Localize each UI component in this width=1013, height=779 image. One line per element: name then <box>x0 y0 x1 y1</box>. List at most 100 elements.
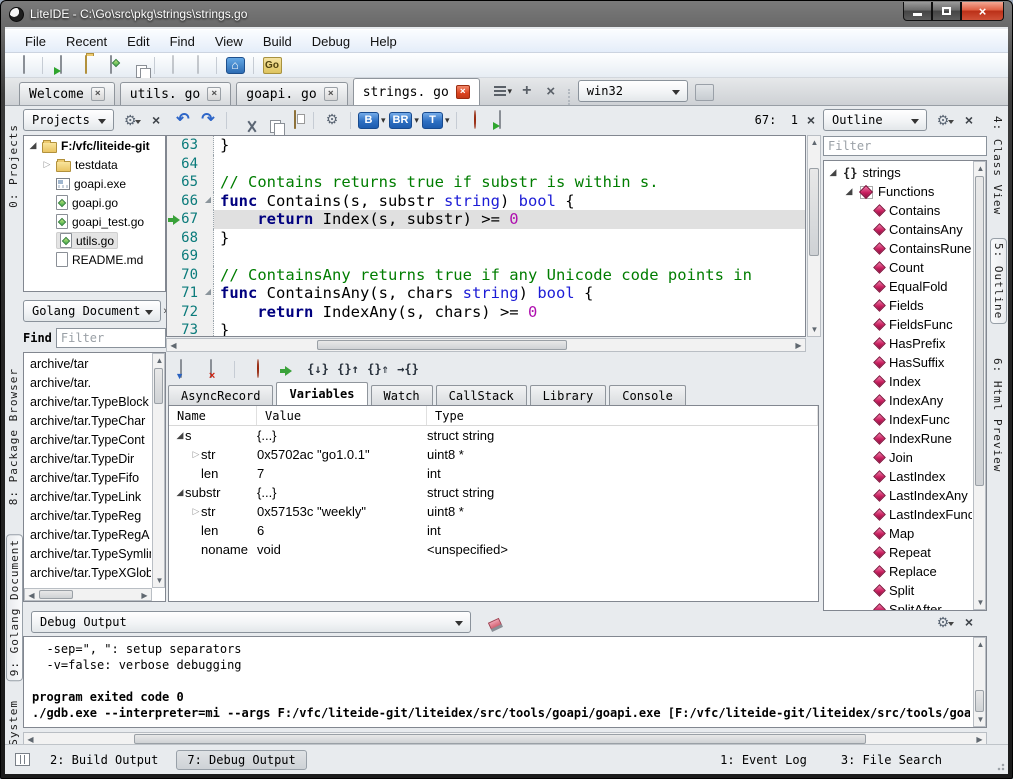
column-header-value[interactable]: Value <box>257 406 427 425</box>
godoc-item-archive-tar[interactable]: archive/tar <box>24 355 151 374</box>
tab-close-icon[interactable]: × <box>456 85 470 99</box>
godoc-item-archive-tar-typefifo[interactable]: archive/tar.TypeFifo <box>24 469 151 488</box>
godoc-hscrollbar[interactable]: ◀▶ <box>24 588 152 601</box>
godoc-item-archive-tar-typechar[interactable]: archive/tar.TypeChar <box>24 412 151 431</box>
stop-debug-button[interactable] <box>247 359 269 380</box>
copy-button[interactable] <box>259 110 281 131</box>
output-view-combo[interactable]: Debug Output <box>31 611 471 633</box>
build-menu-button[interactable]: B▾ <box>358 110 386 131</box>
tab-goapi-go[interactable]: goapi. go× <box>236 82 347 105</box>
outline-vscrollbar[interactable]: ▲▼ <box>973 161 986 610</box>
target-options-button[interactable] <box>695 84 714 101</box>
variable-row-noname[interactable]: nonamevoid<unspecified> <box>169 540 818 559</box>
godoc-item-archive-tar-typelink[interactable]: archive/tar.TypeLink <box>24 488 151 507</box>
expander-icon[interactable]: ▷ <box>42 159 52 170</box>
panel-menu-gear-icon[interactable]: ⚙ <box>120 110 140 130</box>
debug-tab-library[interactable]: Library <box>530 385 607 405</box>
tree-item-goapi-test-go[interactable]: goapi_test.go <box>24 212 165 231</box>
record-button[interactable] <box>464 110 486 131</box>
tab-close-icon[interactable]: × <box>324 87 338 101</box>
expander-icon[interactable]: ◢ <box>28 140 38 151</box>
menu-recent[interactable]: Recent <box>56 31 117 52</box>
test-menu-button[interactable]: T▾ <box>422 110 450 131</box>
expander-icon[interactable]: ◢ <box>175 430 185 441</box>
outline-item-repeat[interactable]: Repeat <box>826 543 972 562</box>
godoc-item-archive-tar-typexglobalheader[interactable]: archive/tar.TypeXGlobalHeader <box>24 564 151 583</box>
tab-utils-go[interactable]: utils. go× <box>120 82 231 105</box>
run-to-line-button[interactable]: →{} <box>397 359 419 380</box>
outline-item-containsrune[interactable]: ContainsRune <box>826 239 972 258</box>
outline-item-index[interactable]: Index <box>826 372 972 391</box>
side-tab-8-package-browser[interactable]: 8: Package Browser <box>6 364 21 509</box>
home-button[interactable]: ⌂ <box>224 55 246 76</box>
godoc-item-archive-tar-typerega[interactable]: archive/tar.TypeRegA <box>24 526 151 545</box>
open-file-button[interactable] <box>50 55 72 76</box>
outline-item-indexrune[interactable]: IndexRune <box>826 429 972 448</box>
godoc-filter-input[interactable] <box>56 328 166 348</box>
tab-welcome[interactable]: Welcome× <box>19 82 115 105</box>
menu-find[interactable]: Find <box>160 31 205 52</box>
undo-button[interactable]: ↶ <box>172 110 194 131</box>
outline-item-count[interactable]: Count <box>826 258 972 277</box>
outline-close-icon[interactable]: × <box>959 110 979 130</box>
tree-item-goapi-exe[interactable]: goapi.exe <box>24 174 165 193</box>
reload-file-button[interactable] <box>162 55 184 76</box>
fold-marker-icon[interactable]: ◢ <box>203 192 214 211</box>
step-over-button[interactable]: {}↑ <box>337 359 359 380</box>
godoc-item-archive-tar-typereg[interactable]: archive/tar.TypeReg <box>24 507 151 526</box>
outline-item-join[interactable]: Join <box>826 448 972 467</box>
side-tab-5-outline[interactable]: 5: Outline <box>990 238 1007 324</box>
close-file-button[interactable] <box>187 55 209 76</box>
outline-item-lastindex[interactable]: LastIndex <box>826 467 972 486</box>
continue-debug-button[interactable] <box>277 359 299 380</box>
outline-item-containsany[interactable]: ContainsAny <box>826 220 972 239</box>
godoc-button[interactable]: Go <box>261 55 283 76</box>
outline-item-hassuffix[interactable]: HasSuffix <box>826 353 972 372</box>
expander-icon[interactable]: ◢ <box>175 487 185 498</box>
build-config-button[interactable]: ⚙ <box>321 110 343 131</box>
open-folder-button[interactable] <box>75 55 97 76</box>
titlebar[interactable]: LiteIDE - C:\Go\src\pkg\strings\strings.… <box>1 1 1012 27</box>
save-file-button[interactable] <box>100 55 122 76</box>
output-close-icon[interactable]: × <box>959 612 979 632</box>
godoc-item-archive-tar[interactable]: archive/tar. <box>24 374 151 393</box>
column-header-type[interactable]: Type <box>427 406 818 425</box>
outline-item-contains[interactable]: Contains <box>826 201 972 220</box>
godoc-vscrollbar[interactable]: ▲▼ <box>152 353 165 588</box>
outline-item-functions[interactable]: ◢Functions <box>826 182 972 201</box>
outline-item-map[interactable]: Map <box>826 524 972 543</box>
side-tab-0-projects[interactable]: 0: Projects <box>6 120 21 212</box>
minimize-button[interactable] <box>903 2 932 21</box>
export-log-button[interactable]: ▼ <box>170 359 192 380</box>
tree-item-utils-go[interactable]: utils.go <box>24 231 165 250</box>
outline-item-lastindexfunc[interactable]: LastIndexFunc <box>826 505 972 524</box>
column-header-name[interactable]: Name <box>169 406 257 425</box>
debug-tab-callstack[interactable]: CallStack <box>436 385 527 405</box>
variable-row-s[interactable]: ◢s{...}struct string <box>169 426 818 445</box>
maximize-button[interactable] <box>932 2 961 21</box>
paste-button[interactable] <box>284 110 306 131</box>
godoc-item-archive-tar-typedir[interactable]: archive/tar.TypeDir <box>24 450 151 469</box>
tree-item-testdata[interactable]: ▷testdata <box>24 155 165 174</box>
outline-item-equalfold[interactable]: EqualFold <box>826 277 972 296</box>
side-tab-4-class-view[interactable]: 4: Class View <box>990 112 1005 219</box>
editor-vscrollbar[interactable]: ▲▼ <box>807 135 821 337</box>
expander-icon[interactable]: ◢ <box>844 186 854 197</box>
step-out-button[interactable]: {}⇑ <box>367 359 389 380</box>
sidebar-view-combo[interactable]: Golang Document <box>23 300 161 322</box>
outline-menu-gear-icon[interactable]: ⚙ <box>933 110 953 130</box>
debug-tab-variables[interactable]: Variables <box>276 382 367 405</box>
godoc-item-archive-tar-typeblock[interactable]: archive/tar.TypeBlock <box>24 393 151 412</box>
status-1-event-log[interactable]: 1: Event Log <box>710 751 817 769</box>
outline-item-split[interactable]: Split <box>826 581 972 600</box>
outline-item-hasprefix[interactable]: HasPrefix <box>826 334 972 353</box>
new-file-button[interactable] <box>13 55 35 76</box>
redo-button[interactable]: ↷ <box>197 110 219 131</box>
godoc-item-archive-tar-typesymlink[interactable]: archive/tar.TypeSymlink <box>24 545 151 564</box>
variable-row-substr[interactable]: ◢substr{...}struct string <box>169 483 818 502</box>
output-menu-gear-icon[interactable]: ⚙ <box>933 612 953 632</box>
tab-close-icon[interactable]: × <box>207 87 221 101</box>
outline-item-indexany[interactable]: IndexAny <box>826 391 972 410</box>
output-vscrollbar[interactable]: ▲▼ <box>973 637 986 727</box>
menu-view[interactable]: View <box>205 31 253 52</box>
